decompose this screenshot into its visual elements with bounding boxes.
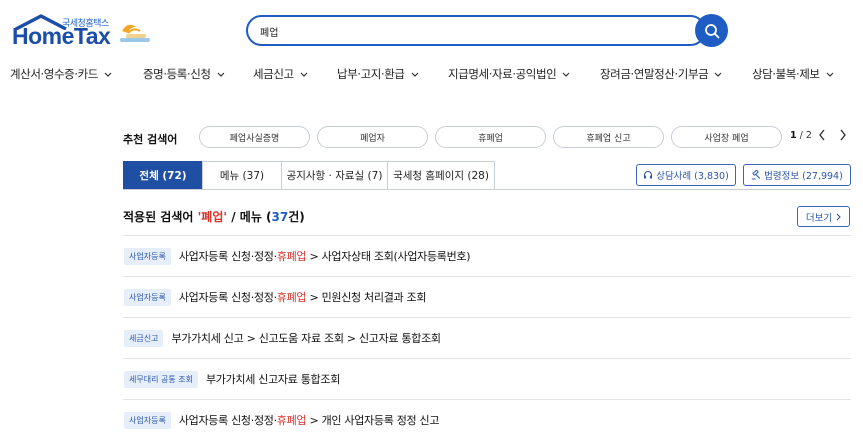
nav-item-label: 상담·불복·제보 <box>752 67 820 81</box>
category-badge: 사업자등록 <box>124 288 171 306</box>
consult-cases-label: 상담사례 (3,830) <box>656 171 729 182</box>
result-link[interactable]: 사업자등록 신청·정정·휴폐업 > 개인 사업자등록 정정 신고 <box>178 412 440 428</box>
consult-cases-button[interactable]: 상담사례 (3,830) <box>636 164 736 186</box>
result-text: 부가가치세 신고자료 통합조회 <box>205 373 341 386</box>
nav-item-consult[interactable]: 상담·불복·제보 <box>752 66 834 82</box>
nav-item-statement[interactable]: 지급명세·자료·공익법인 <box>448 66 570 82</box>
chevron-down-icon <box>300 72 308 77</box>
category-badge: 사업자등록 <box>124 411 171 429</box>
tab-notice[interactable]: 공지사항 · 자료실 (7) <box>281 161 388 190</box>
logo-deco-icon <box>120 24 150 42</box>
result-middle: / 메뉴 ( <box>227 210 272 224</box>
result-text-rest: > 민원신청 처리결과 조회 <box>306 291 427 304</box>
recommend-chip[interactable]: 휴폐업 <box>435 126 546 148</box>
result-text: 사업자등록 신청·정정· <box>178 250 277 263</box>
result-link[interactable]: 사업자등록 신청·정정·휴폐업 > 사업자상태 조회(사업자등록번호) <box>178 248 471 264</box>
result-text: 사업자등록 신청·정정· <box>178 414 277 427</box>
result-row[interactable]: 세금신고 부가가치세 신고 > 신고도움 자료 조회 > 신고자료 통합조회 <box>123 317 851 358</box>
result-text-rest: > 개인 사업자등록 정정 신고 <box>306 414 440 427</box>
nav-item-incentive[interactable]: 장려금·연말정산·기부금 <box>600 66 722 82</box>
nav-item-certificate[interactable]: 증명·등록·신청 <box>143 66 225 82</box>
nav-item-tax-report[interactable]: 세금신고 <box>253 66 308 82</box>
tab-all[interactable]: 전체 (72) <box>123 161 203 190</box>
nav-item-label: 계산서·영수증·카드 <box>10 67 98 81</box>
result-text: 부가가치세 신고 > 신고도움 자료 조회 > 신고자료 통합조회 <box>171 332 441 345</box>
nav-item-invoice[interactable]: 계산서·영수증·카드 <box>10 66 112 82</box>
tab-nts-homepage[interactable]: 국세청 홈페이지 (28) <box>387 161 495 190</box>
result-text: 사업자등록 신청·정정· <box>178 291 277 304</box>
chevron-down-icon <box>104 72 112 77</box>
chevron-right-icon[interactable] <box>839 129 847 141</box>
recommend-chip[interactable]: 폐업자 <box>317 126 428 148</box>
more-button-label: 더보기 <box>805 212 833 224</box>
chevron-down-icon <box>714 72 722 77</box>
result-suffix: 건) <box>288 210 305 224</box>
result-link[interactable]: 사업자등록 신청·정정·휴폐업 > 민원신청 처리결과 조회 <box>178 289 427 305</box>
result-row[interactable]: 사업자등록 사업자등록 신청·정정·휴폐업 > 민원신청 처리결과 조회 <box>123 276 851 317</box>
main-navigation: 계산서·영수증·카드 증명·등록·신청 세금신고 납부·고지·환급 지급명세·자… <box>0 66 863 88</box>
result-row[interactable]: 사업자등록 사업자등록 신청·정정·휴폐업 > 사업자상태 조회(사업자등록번호… <box>123 235 851 276</box>
nav-item-label: 장려금·연말정산·기부금 <box>600 67 709 81</box>
nav-item-label: 지급명세·자료·공익법인 <box>448 67 557 81</box>
search-icon <box>704 23 719 38</box>
recommend-pager: 1 / 2 <box>790 130 812 141</box>
logo-title: HomeTax <box>12 23 111 49</box>
chevron-right-icon <box>836 213 841 220</box>
tab-divider <box>123 189 851 190</box>
chevron-down-icon <box>217 72 225 77</box>
chevron-down-icon <box>826 72 834 77</box>
recommend-chip[interactable]: 사업장 폐업 <box>671 126 782 148</box>
category-badge: 세금신고 <box>124 329 164 347</box>
more-button[interactable]: 더보기 <box>797 206 850 227</box>
search-button[interactable] <box>695 14 728 47</box>
law-info-label: 법령정보 (27,994) <box>764 171 843 182</box>
result-prefix: 적용된 검색어 <box>123 210 198 224</box>
recommend-chip[interactable]: 휴폐업 신고 <box>553 126 664 148</box>
nav-item-label: 증명·등록·신청 <box>143 67 211 81</box>
result-text-rest: > 사업자상태 조회(사업자등록번호) <box>306 250 471 263</box>
result-link[interactable]: 부가가치세 신고자료 통합조회 <box>206 371 340 387</box>
category-badge: 세무대리 공통 조회 <box>124 370 198 388</box>
search-input[interactable] <box>260 23 680 39</box>
search-box <box>246 15 706 46</box>
result-row[interactable]: 사업자등록 사업자등록 신청·정정·휴폐업 > 개인 사업자등록 정정 신고 <box>123 399 851 440</box>
result-count: 37 <box>271 210 289 224</box>
chevron-down-icon <box>562 72 570 77</box>
nav-item-label: 납부·고지·환급 <box>337 67 405 81</box>
nav-item-payment[interactable]: 납부·고지·환급 <box>337 66 419 82</box>
recommend-chip[interactable]: 폐업사실증명 <box>199 126 310 148</box>
tab-menu[interactable]: 메뉴 (37) <box>202 161 282 190</box>
result-link[interactable]: 부가가치세 신고 > 신고도움 자료 조회 > 신고자료 통합조회 <box>171 330 441 346</box>
chevron-left-icon[interactable] <box>818 129 826 141</box>
pager-current: 1 <box>790 130 797 141</box>
category-badge: 사업자등록 <box>124 247 171 265</box>
result-keyword: '폐업' <box>197 210 228 224</box>
result-row[interactable]: 세무대리 공통 조회 부가가치세 신고자료 통합조회 <box>123 358 851 399</box>
headset-icon <box>644 171 653 179</box>
result-highlight: 휴폐업 <box>276 291 307 304</box>
chevron-down-icon <box>411 72 419 77</box>
gavel-icon <box>751 170 761 180</box>
law-info-button[interactable]: 법령정보 (27,994) <box>743 164 851 186</box>
nav-item-label: 세금신고 <box>253 67 294 81</box>
result-highlight: 휴폐업 <box>276 250 307 263</box>
recommend-title: 추천 검색어 <box>123 133 178 146</box>
result-highlight: 휴폐업 <box>276 414 307 427</box>
result-heading: 적용된 검색어 '폐업' / 메뉴 (37건) <box>123 208 305 225</box>
pager-total: / 2 <box>796 130 812 141</box>
